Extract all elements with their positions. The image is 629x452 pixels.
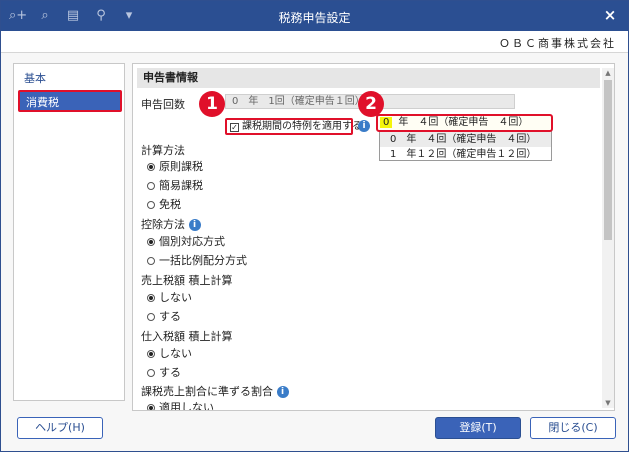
special-period-label: 課税期間の特例を適用する xyxy=(242,121,362,132)
scroll-thumb[interactable] xyxy=(604,80,612,240)
radio-label: する xyxy=(159,366,181,379)
scroll-down-icon[interactable]: ▼ xyxy=(602,398,614,408)
filing-count-label: 申告回数 xyxy=(141,98,185,111)
radio-dot[interactable] xyxy=(147,294,155,302)
section-title: 申告書情報 xyxy=(137,68,600,88)
radio-standard[interactable]: 原則課税 xyxy=(147,158,203,174)
sidebar-item-basic[interactable]: 基本 xyxy=(18,68,122,90)
radio-dot[interactable] xyxy=(147,182,155,190)
radio-label: しない xyxy=(159,347,192,360)
close-button[interactable]: 閉じる(C) xyxy=(530,417,616,439)
scroll-up-icon[interactable]: ▲ xyxy=(602,68,614,78)
radio-dot[interactable] xyxy=(147,313,155,321)
deduction-method-label: 控除方法 i xyxy=(141,216,201,232)
dropdown-selected-option[interactable]: 0 年 ４回（確定申告 ４回） xyxy=(376,114,553,132)
register-button[interactable]: 登録(T) xyxy=(435,417,521,439)
selected-text: 年 ４回（確定申告 ４回） xyxy=(398,117,529,128)
radio-dot[interactable] xyxy=(147,350,155,358)
radio-exempt[interactable]: 免税 xyxy=(147,196,181,212)
radio-sales-yes[interactable]: する xyxy=(147,308,181,324)
radio-sales-no[interactable]: しない xyxy=(147,289,192,305)
radio-dot[interactable] xyxy=(147,369,155,377)
info-icon[interactable]: i xyxy=(276,386,289,398)
radio-dot[interactable] xyxy=(147,201,155,209)
close-icon[interactable]: × xyxy=(602,7,618,23)
radio-label: 免税 xyxy=(159,198,181,211)
radio-purchase-no[interactable]: しない xyxy=(147,345,192,361)
selected-number: 0 xyxy=(380,117,393,128)
radio-label: 簡易課税 xyxy=(159,179,203,192)
radio-label: 個別対応方式 xyxy=(159,235,225,248)
calc-method-label: 計算方法 xyxy=(141,144,185,157)
special-period-checkbox[interactable]: ✓ 課税期間の特例を適用する xyxy=(225,118,362,135)
radio-individual[interactable]: 個別対応方式 xyxy=(147,233,225,249)
deduction-method-text: 控除方法 xyxy=(141,218,185,231)
radio-label: 原則課税 xyxy=(159,160,203,173)
sidebar: 基本 消費税 xyxy=(13,63,125,401)
purchase-tax-accum-label: 仕入税額 積上計算 xyxy=(141,330,233,343)
taxable-ratio-label: 課税売上割合に準ずる割合 i xyxy=(141,383,289,399)
radio-label: する xyxy=(159,310,181,323)
taxable-ratio-text: 課税売上割合に準ずる割合 xyxy=(141,385,273,398)
sales-tax-accum-label: 売上税額 積上計算 xyxy=(141,274,233,287)
window-title: 税務申告設定 xyxy=(278,11,351,25)
radio-purchase-yes[interactable]: する xyxy=(147,364,181,380)
radio-dot[interactable] xyxy=(147,238,155,246)
radio-proportional[interactable]: 一括比例配分方式 xyxy=(147,252,247,268)
company-bar: ＯＢＣ商事株式会社 xyxy=(1,31,628,53)
title-bar: ⌕+ ⌕ ▤ ⚲ ▾ 税務申告設定 × xyxy=(1,1,628,31)
radio-label: 一括比例配分方式 xyxy=(159,254,247,267)
sidebar-item-consumption-tax[interactable]: 消費税 xyxy=(18,90,122,112)
step-marker-1: 1 xyxy=(199,91,225,117)
radio-dot[interactable] xyxy=(147,163,155,171)
radio-dot[interactable] xyxy=(147,257,155,265)
help-button[interactable]: ヘルプ(H) xyxy=(17,417,103,439)
radio-label: しない xyxy=(159,291,192,304)
info-icon[interactable]: i xyxy=(358,120,370,132)
radio-ratio-none[interactable]: 適用しない xyxy=(147,399,214,411)
radio-label: 適用しない xyxy=(159,401,214,411)
dropdown-option[interactable]: 0 年 ４回（確定申告 ４回） xyxy=(380,132,551,147)
info-icon[interactable]: i xyxy=(188,219,201,231)
settings-window: ⌕+ ⌕ ▤ ⚲ ▾ 税務申告設定 × ＯＢＣ商事株式会社 基本 消費税 申告書… xyxy=(0,0,629,452)
radio-simplified[interactable]: 簡易課税 xyxy=(147,177,203,193)
dropdown-option[interactable]: 1 年１２回（確定申告１２回） xyxy=(380,147,551,162)
radio-dot[interactable] xyxy=(147,404,155,410)
checkbox-box[interactable]: ✓ xyxy=(230,123,239,132)
step-marker-2: 2 xyxy=(358,91,384,117)
scrollbar[interactable]: ▲ ▼ xyxy=(602,68,614,408)
company-name: ＯＢＣ商事株式会社 xyxy=(499,37,616,50)
